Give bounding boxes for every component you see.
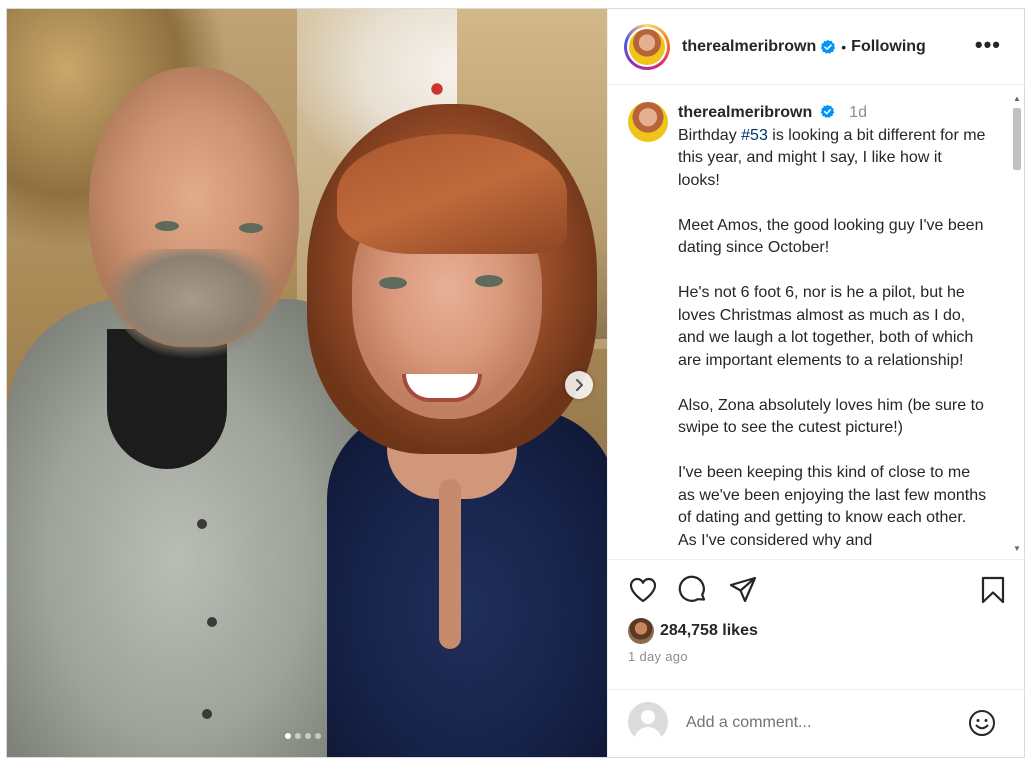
photo-man-eye xyxy=(155,221,179,231)
avatar-placeholder-body xyxy=(634,727,662,742)
post-time-ago[interactable]: 1 day ago xyxy=(628,649,688,664)
caption-text-part: Birthday xyxy=(678,126,742,144)
author-avatar-border xyxy=(627,26,667,67)
heart-icon[interactable] xyxy=(628,575,658,605)
verified-badge-icon xyxy=(820,104,834,118)
post-photo[interactable] xyxy=(7,9,607,757)
share-icon[interactable] xyxy=(728,575,758,605)
carousel-dot-active xyxy=(285,733,291,739)
caption-scroll-area[interactable]: therealmeribrown 1d Birthday #53 is look… xyxy=(608,86,1025,560)
author-username[interactable]: therealmeribrown xyxy=(682,38,816,56)
caption-body: therealmeribrown 1d Birthday #53 is look… xyxy=(678,102,988,559)
caption-paragraph: I've been keeping this kind of close to … xyxy=(678,464,987,549)
post-header: therealmeribrown • Following ••• xyxy=(608,9,1025,85)
photo-shirt-button xyxy=(197,519,207,529)
author-avatar-image xyxy=(629,28,665,65)
caption-author-avatar[interactable] xyxy=(628,102,668,142)
photo-woman-keyhole xyxy=(439,479,461,649)
comment-input[interactable] xyxy=(684,710,948,736)
verified-badge-icon xyxy=(821,39,836,54)
next-slide-button[interactable] xyxy=(565,371,593,399)
likes-count[interactable]: 284,758 likes xyxy=(660,622,758,640)
scroll-up-arrow-icon[interactable]: ▲ xyxy=(1011,94,1023,104)
caption-paragraph: Also, Zona absolutely loves him (be sure… xyxy=(678,396,984,437)
likes-row: 284,758 likes xyxy=(628,618,758,644)
viewer-avatar xyxy=(628,702,668,742)
photo-man-eye xyxy=(239,223,263,233)
bookmark-icon[interactable] xyxy=(978,575,1008,605)
caption-paragraph: Meet Amos, the good looking guy I've bee… xyxy=(678,216,984,257)
caption-username[interactable]: therealmeribrown xyxy=(678,104,812,121)
caption-paragraph: He's not 6 foot 6, nor is he a pilot, bu… xyxy=(678,284,974,369)
carousel-dot xyxy=(315,733,321,739)
carousel-dots xyxy=(285,733,321,739)
comment-bar xyxy=(608,689,1025,757)
photo-woman-eye xyxy=(475,275,503,287)
scrollbar-thumb[interactable] xyxy=(1013,108,1021,170)
photo-woman-eye xyxy=(379,277,407,289)
author-avatar[interactable] xyxy=(624,23,670,70)
caption-hashtag-link[interactable]: #53 xyxy=(741,127,768,144)
following-button[interactable]: Following xyxy=(851,38,926,56)
liker-avatar[interactable] xyxy=(628,618,654,644)
carousel-dot xyxy=(305,733,311,739)
post-actions xyxy=(628,575,1008,609)
photo-shirt-button xyxy=(207,617,217,627)
post-side-panel: therealmeribrown • Following ••• thereal… xyxy=(607,9,1025,757)
scroll-down-arrow-icon[interactable]: ▼ xyxy=(1011,544,1023,554)
photo-woman-bangs xyxy=(337,134,567,254)
post-modal: therealmeribrown • Following ••• thereal… xyxy=(6,8,1025,758)
header-separator: • xyxy=(841,38,847,55)
carousel-dot xyxy=(295,733,301,739)
comment-icon[interactable] xyxy=(678,575,708,605)
more-options-icon[interactable]: ••• xyxy=(975,34,1001,56)
caption-timestamp[interactable]: 1d xyxy=(849,104,867,121)
chevron-right-icon xyxy=(576,379,583,391)
photo-shirt-button xyxy=(202,709,212,719)
emoji-icon[interactable] xyxy=(967,708,997,738)
caption-scrollbar[interactable]: ▲ ▼ xyxy=(1011,94,1023,554)
avatar-placeholder-head xyxy=(641,710,655,724)
